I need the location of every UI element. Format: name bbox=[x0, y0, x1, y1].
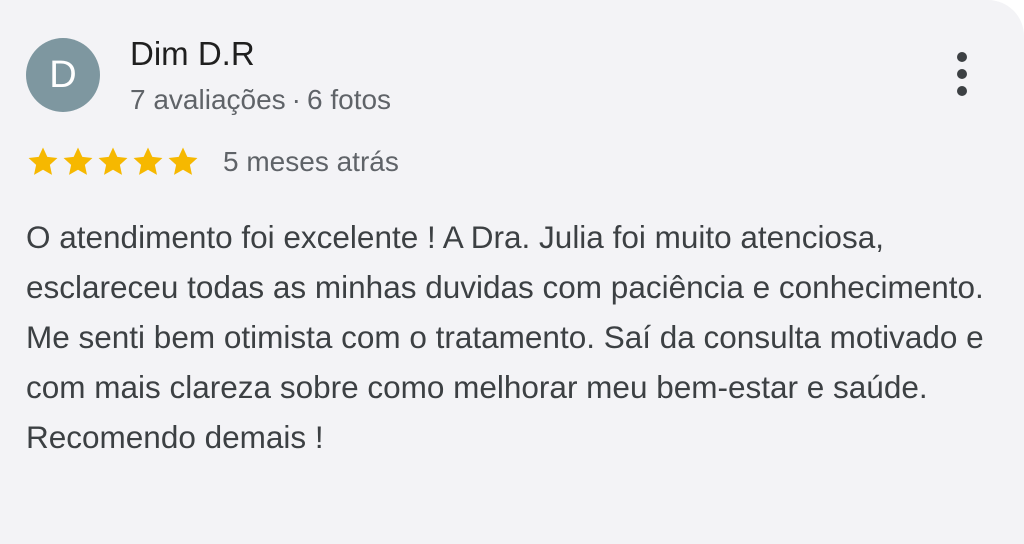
photos-count: 6 fotos bbox=[306, 84, 392, 115]
author-name[interactable]: Dim D.R bbox=[130, 34, 255, 74]
rating-row: 5 meses atrás bbox=[26, 142, 399, 182]
author-meta: 7 avaliações · 6 fotos bbox=[130, 82, 391, 118]
avatar[interactable]: D bbox=[26, 38, 100, 112]
star-icon bbox=[63, 147, 93, 175]
review-time: 5 meses atrás bbox=[223, 146, 399, 177]
more-vert-icon bbox=[957, 52, 967, 62]
star-icon bbox=[168, 147, 198, 175]
more-options-button[interactable] bbox=[942, 46, 982, 102]
avatar-initial: D bbox=[49, 54, 77, 96]
meta-separator: · bbox=[291, 84, 301, 115]
star-icon bbox=[28, 147, 58, 175]
more-vert-icon-dot bbox=[957, 86, 967, 96]
star-icon bbox=[98, 147, 128, 175]
star-rating bbox=[26, 145, 201, 179]
review-card: D Dim D.R 7 avaliações · 6 fotos 5 meses a… bbox=[0, 0, 1024, 544]
review-text: O atendimento foi excelente ! A Dra. Jul… bbox=[26, 219, 984, 455]
more-vert-icon-dot bbox=[957, 69, 967, 79]
reviews-count: 7 avaliações bbox=[130, 84, 286, 115]
star-icon bbox=[133, 147, 163, 175]
